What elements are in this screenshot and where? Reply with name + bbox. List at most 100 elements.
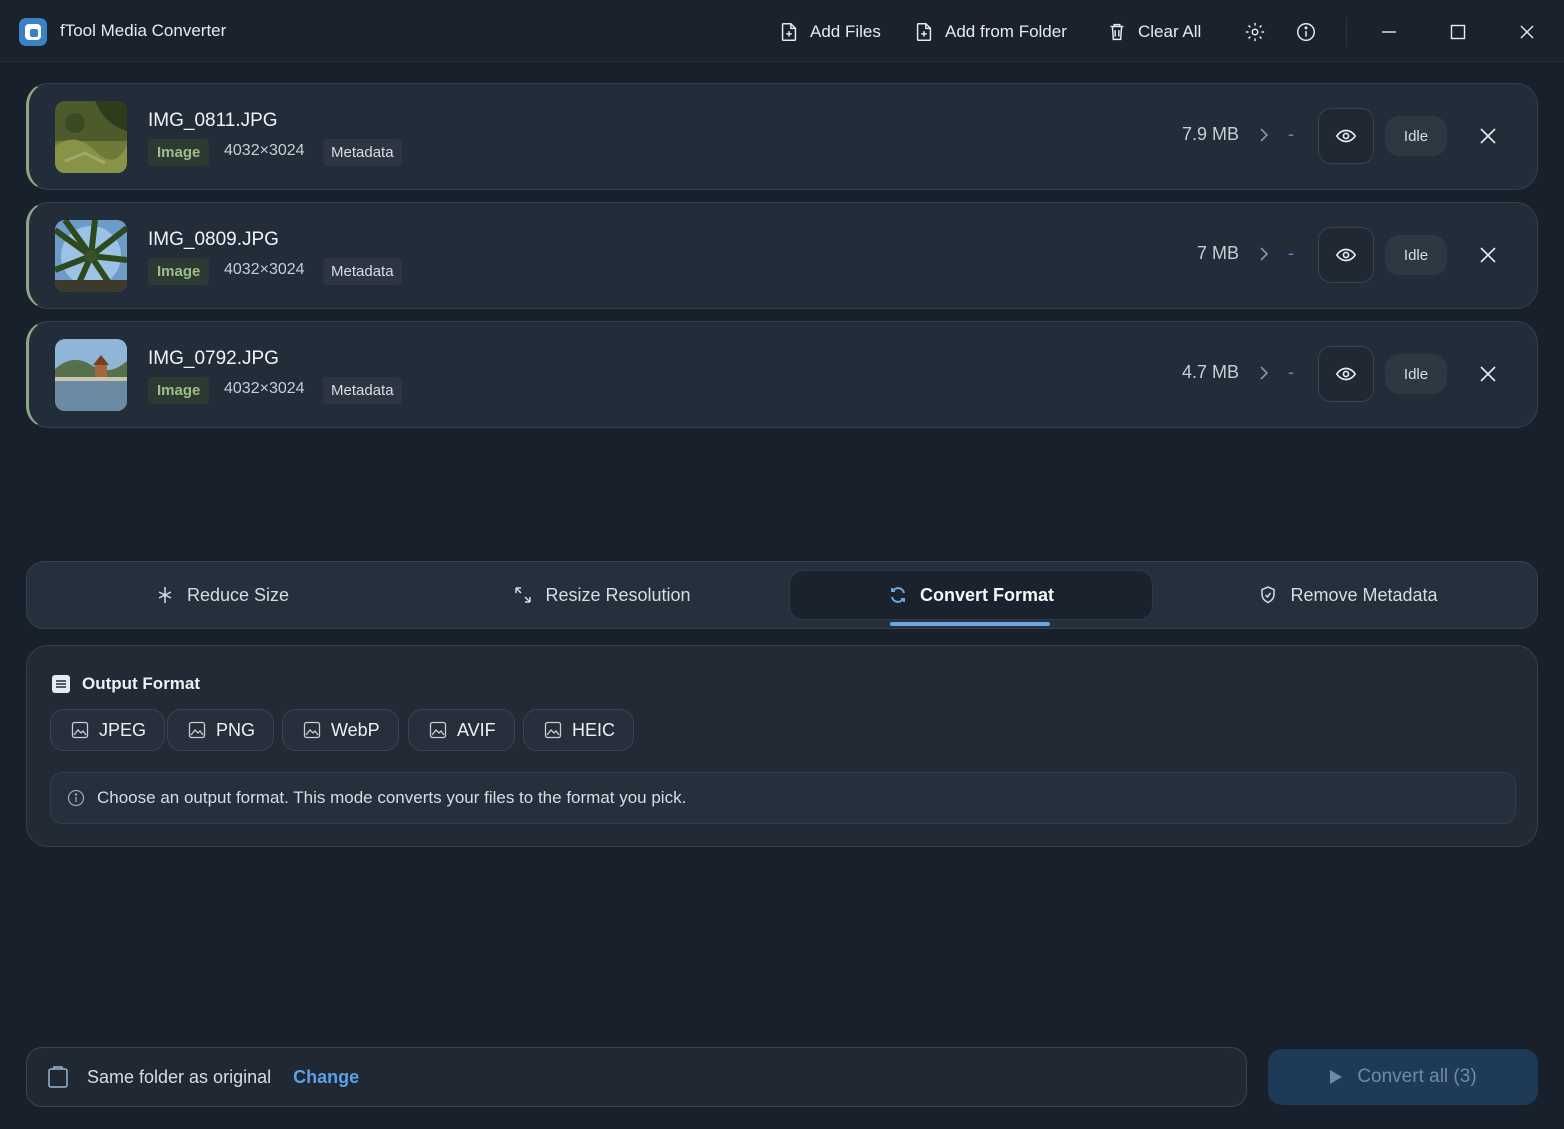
output-format-panel: Output Format JPEG PNG WebP AVIF HEIC Ch… (26, 645, 1538, 847)
file-thumbnail (55, 220, 127, 292)
status-badge: Idle (1385, 354, 1447, 394)
preview-button[interactable] (1318, 346, 1374, 402)
file-type-badge: Image (148, 377, 210, 404)
minimize-button[interactable] (1374, 17, 1404, 47)
expand-icon (515, 587, 532, 603)
close-window-button[interactable] (1512, 17, 1542, 47)
app-title: fTool Media Converter (60, 21, 227, 40)
image-icon (188, 721, 206, 739)
result-size: - (1288, 362, 1294, 382)
sparkle-icon (158, 587, 172, 603)
tab-reduce-size[interactable]: Reduce Size (37, 570, 407, 620)
hint-text: Choose an output format. This mode conve… (97, 788, 687, 807)
add-folder-icon (916, 23, 932, 41)
chevron-right-icon (1260, 128, 1269, 142)
format-label: WebP (331, 719, 380, 740)
format-avif-button[interactable]: AVIF (408, 709, 515, 751)
app-logo-icon (19, 18, 47, 46)
add-from-folder-button[interactable]: Add from Folder (913, 18, 1067, 46)
format-label: HEIC (572, 719, 616, 740)
metadata-badge: Metadata (323, 377, 402, 404)
settings-button[interactable] (1240, 17, 1270, 47)
clear-all-button[interactable]: Clear All (1106, 18, 1201, 46)
format-png-button[interactable]: PNG (167, 709, 275, 751)
metadata-badge: Metadata (323, 258, 402, 285)
eye-icon (1335, 248, 1357, 262)
file-type-badge: Image (148, 258, 210, 285)
shield-icon (1261, 586, 1276, 604)
file-size: 7.9 MB (1181, 124, 1239, 144)
maximize-button[interactable] (1443, 17, 1473, 47)
image-icon (429, 721, 447, 739)
preview-button[interactable] (1318, 227, 1374, 283)
file-thumbnail (55, 339, 127, 411)
file-name: IMG_0811.JPG (148, 110, 278, 131)
image-icon (71, 721, 89, 739)
chevron-right-icon (1260, 247, 1269, 261)
format-heic-button[interactable]: HEIC (523, 709, 635, 751)
status-badge: Idle (1385, 235, 1447, 275)
document-icon (52, 675, 70, 693)
format-label: JPEG (99, 719, 147, 740)
tab-label: Convert Format (919, 584, 1054, 605)
image-icon (544, 721, 562, 739)
tab-label: Resize Resolution (545, 584, 691, 605)
refresh-icon (890, 587, 905, 603)
preview-button[interactable] (1318, 108, 1374, 164)
output-format-hint: Choose an output format. This mode conve… (50, 772, 1516, 824)
about-button[interactable] (1291, 17, 1321, 47)
change-folder-link[interactable]: Change (293, 1067, 359, 1088)
format-label: AVIF (457, 719, 496, 740)
format-jpeg-button[interactable]: JPEG (50, 709, 166, 751)
convert-all-label: Convert all (3) (1357, 1066, 1477, 1087)
file-name: IMG_0792.JPG (148, 348, 279, 369)
chevron-right-icon (1260, 366, 1269, 380)
file-card: IMG_0809.JPG Image 4032×3024 Metadata 7 … (26, 202, 1538, 309)
file-dimensions: 4032×3024 (224, 380, 305, 397)
add-from-folder-label: Add from Folder (945, 22, 1067, 41)
toolbar-divider (1346, 18, 1347, 46)
file-thumbnail (55, 101, 127, 173)
title-bar: fTool Media Converter Add Files Add from… (0, 0, 1564, 62)
add-file-icon (781, 23, 797, 41)
eye-icon (1335, 129, 1357, 143)
file-card: IMG_0811.JPG Image 4032×3024 Metadata 7.… (26, 83, 1538, 190)
info-icon (67, 789, 85, 807)
file-size: 7 MB (1196, 243, 1239, 263)
tab-label: Reduce Size (186, 584, 290, 605)
eye-icon (1335, 367, 1357, 381)
close-icon (1480, 247, 1496, 263)
file-card: IMG_0792.JPG Image 4032×3024 Metadata 4.… (26, 321, 1538, 428)
result-size: - (1288, 243, 1294, 263)
file-type-badge: Image (148, 139, 210, 166)
file-name: IMG_0809.JPG (148, 229, 279, 250)
output-folder-label: Same folder as original (87, 1066, 272, 1087)
tab-convert-format[interactable]: Convert Format (789, 570, 1153, 620)
add-files-label: Add Files (810, 22, 881, 41)
clipboard-icon (48, 1066, 68, 1088)
remove-file-button[interactable] (1475, 361, 1501, 387)
close-icon (1480, 366, 1496, 382)
file-dimensions: 4032×3024 (224, 142, 305, 159)
output-format-title: Output Format (82, 674, 201, 693)
remove-file-button[interactable] (1475, 242, 1501, 268)
output-folder-bar: Same folder as original Change (26, 1047, 1247, 1107)
image-icon (303, 721, 321, 739)
tab-resize-resolution[interactable]: Resize Resolution (417, 570, 787, 620)
tab-label: Remove Metadata (1290, 584, 1438, 605)
clear-all-label: Clear All (1138, 22, 1202, 41)
close-icon (1520, 25, 1534, 39)
mode-tabs: Reduce Size Resize Resolution Convert Fo… (26, 561, 1538, 629)
remove-file-button[interactable] (1475, 123, 1501, 149)
close-icon (1480, 128, 1496, 144)
convert-all-button[interactable]: Convert all (3) (1268, 1049, 1538, 1105)
format-webp-button[interactable]: WebP (282, 709, 399, 751)
tab-remove-metadata[interactable]: Remove Metadata (1163, 570, 1533, 620)
status-badge: Idle (1385, 116, 1447, 156)
output-format-heading: Output Format (51, 674, 200, 694)
add-files-button[interactable]: Add Files (778, 18, 881, 46)
trash-icon (1110, 23, 1124, 41)
minimize-icon (1382, 31, 1396, 33)
file-size: 4.7 MB (1181, 362, 1239, 382)
play-icon (1330, 1070, 1343, 1084)
